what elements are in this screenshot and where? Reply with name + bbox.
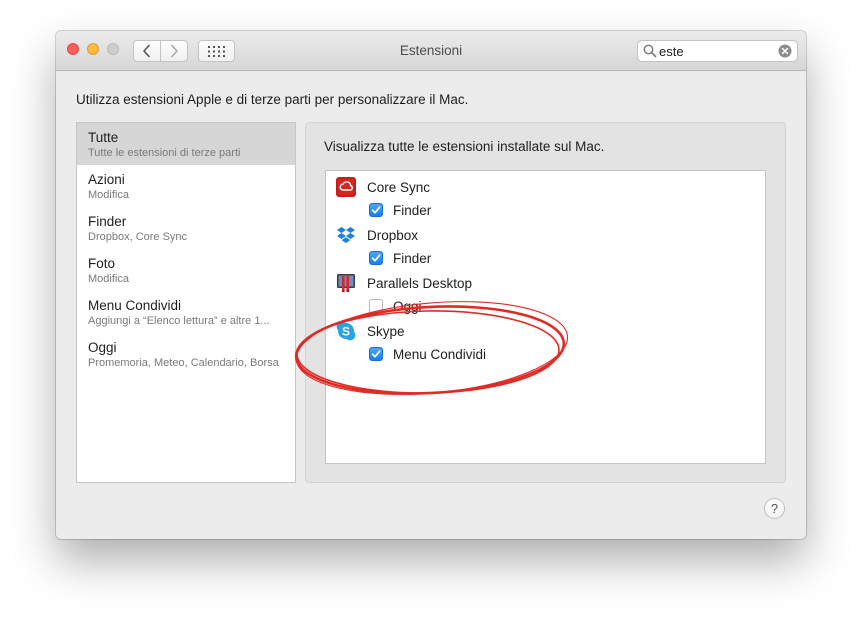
- extension-app-row: Parallels Desktop: [336, 271, 736, 293]
- checkmark-icon: [371, 206, 381, 214]
- extension-list: Core Sync Finder Dropbox Finder Parallel…: [325, 170, 766, 464]
- dropbox-icon: [337, 227, 355, 243]
- extension-category-list: Tutte Tutte le estensioni di terze parti…: [76, 122, 296, 483]
- extension-checkbox[interactable]: [369, 203, 383, 217]
- extension-option-row[interactable]: Finder: [369, 247, 669, 267]
- sidebar-item-title: Foto: [88, 256, 116, 271]
- extension-checkbox[interactable]: [369, 299, 383, 313]
- creative-cloud-icon: [336, 177, 356, 197]
- sidebar-item-oggi[interactable]: Oggi Promemoria, Meteo, Calendario, Bors…: [77, 333, 295, 375]
- sidebar-item-title: Menu Condividi: [88, 298, 182, 313]
- search-field[interactable]: [637, 40, 798, 62]
- extension-app-row: S Skype: [336, 319, 736, 341]
- title-bar: Estensioni: [56, 31, 806, 71]
- sidebar-item-menu-condividi[interactable]: Menu Condividi Aggiungi a “Elenco lettur…: [77, 291, 295, 333]
- preferences-window: Estensioni Utilizza estensioni Apple e d…: [56, 31, 806, 539]
- extension-app-name: Core Sync: [367, 180, 431, 195]
- skype-icon: S: [336, 321, 356, 341]
- checkmark-icon: [371, 254, 381, 262]
- panel-heading: Visualizza tutte le estensioni installat…: [324, 139, 605, 154]
- pane-description: Utilizza estensioni Apple e di terze par…: [76, 92, 469, 107]
- sidebar-item-title: Oggi: [88, 340, 117, 355]
- extension-app-name: Parallels Desktop: [367, 276, 473, 291]
- sidebar-item-subtitle: Tutte le estensioni di terze parti: [88, 147, 241, 159]
- sidebar-item-tutte[interactable]: Tutte Tutte le estensioni di terze parti: [77, 123, 295, 165]
- clear-search-icon[interactable]: [778, 44, 792, 58]
- extension-option-label: Finder: [393, 251, 432, 266]
- extension-option-label: Menu Condividi: [393, 347, 487, 362]
- extension-option-row[interactable]: Finder: [369, 199, 669, 219]
- sidebar-item-subtitle: Modifica: [88, 273, 129, 285]
- extension-app-row: Core Sync: [336, 175, 736, 197]
- sidebar-item-subtitle: Modifica: [88, 189, 129, 201]
- search-input[interactable]: [659, 43, 771, 59]
- extension-app-name: Skype: [367, 324, 405, 339]
- extension-option-label: Finder: [393, 203, 432, 218]
- sidebar-item-subtitle: Dropbox, Core Sync: [88, 231, 188, 243]
- sidebar-item-finder[interactable]: Finder Dropbox, Core Sync: [77, 207, 295, 249]
- parallels-icon: [337, 274, 355, 292]
- extensions-detail-panel: Visualizza tutte le estensioni installat…: [305, 122, 786, 483]
- svg-text:S: S: [342, 324, 350, 338]
- sidebar-item-azioni[interactable]: Azioni Modifica: [77, 165, 295, 207]
- sidebar-item-title: Finder: [88, 214, 127, 229]
- extension-app-name: Dropbox: [367, 228, 419, 243]
- extension-option-row[interactable]: Oggi: [369, 295, 669, 315]
- extension-checkbox[interactable]: [369, 251, 383, 265]
- sidebar-item-subtitle: Aggiungi a “Elenco lettura” e altre 1...: [88, 315, 270, 327]
- help-button[interactable]: ?: [764, 498, 785, 519]
- sidebar-item-subtitle: Promemoria, Meteo, Calendario, Borsa: [88, 357, 279, 369]
- extension-app-row: Dropbox: [336, 223, 736, 245]
- sidebar-item-title: Azioni: [88, 172, 125, 187]
- sidebar-item-foto[interactable]: Foto Modifica: [77, 249, 295, 291]
- extension-option-row[interactable]: Menu Condividi: [369, 343, 669, 363]
- sidebar-item-title: Tutte: [88, 130, 119, 145]
- search-icon: [643, 44, 657, 58]
- extension-option-label: Oggi: [393, 299, 422, 314]
- checkmark-icon: [371, 350, 381, 358]
- extension-checkbox[interactable]: [369, 347, 383, 361]
